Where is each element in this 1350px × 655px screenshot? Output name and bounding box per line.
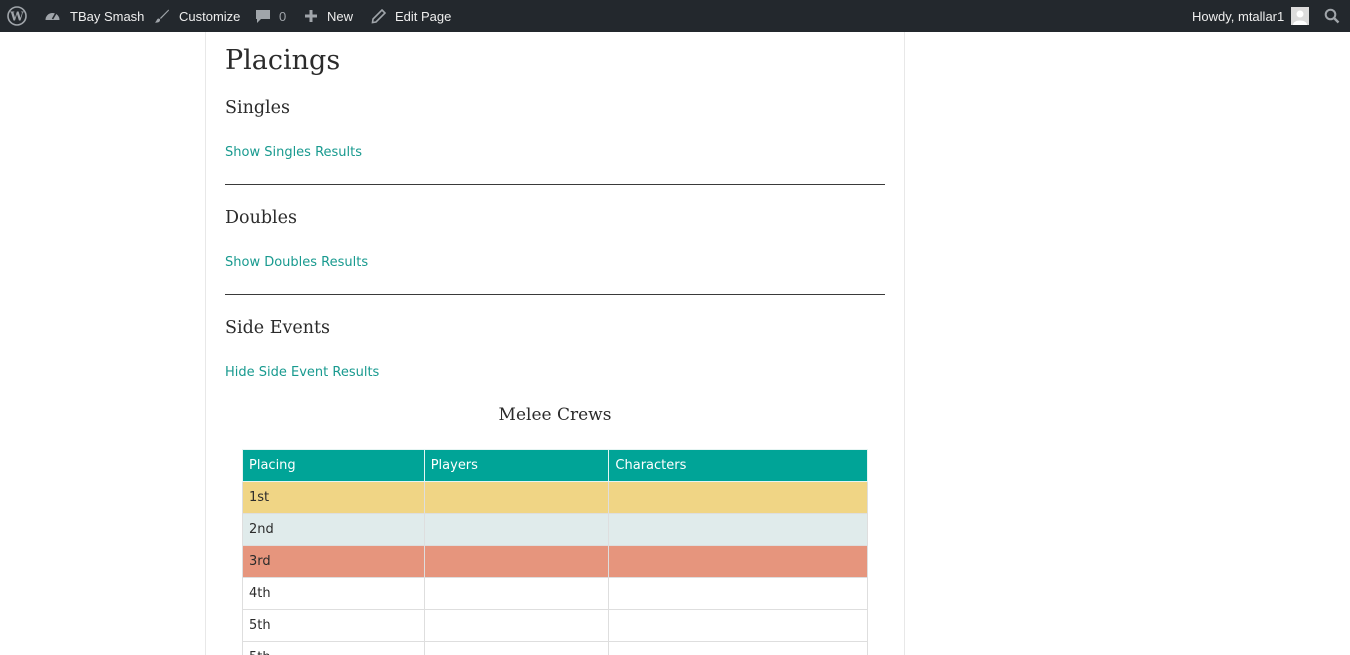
players-cell xyxy=(423,481,610,514)
players-cell xyxy=(423,513,610,546)
table-caption: Melee Crews xyxy=(498,405,612,425)
characters-cell xyxy=(608,641,868,655)
admin-bar: W TBay Smash Customize 0 New Edit Page H… xyxy=(0,0,1350,32)
players-cell xyxy=(423,609,610,642)
show-singles-results-link[interactable]: Show Singles Results xyxy=(225,145,362,160)
page-title: Placings xyxy=(225,45,341,76)
new-content-menu[interactable]: New xyxy=(304,0,353,32)
characters-cell xyxy=(608,545,868,578)
characters-cell xyxy=(608,577,868,610)
players-cell xyxy=(423,577,610,610)
edit-page-menu[interactable]: Edit Page xyxy=(371,0,451,32)
content-area: Placings Singles Show Singles Results Do… xyxy=(205,32,905,655)
greeting-label: Howdy, mtallar1 xyxy=(1192,8,1285,24)
comment-count: 0 xyxy=(279,8,287,24)
table-row: 1st xyxy=(242,481,868,514)
site-name-menu[interactable]: TBay Smash xyxy=(44,0,144,32)
players-cell xyxy=(423,545,610,578)
comment-icon xyxy=(255,8,271,24)
avatar xyxy=(1291,7,1310,25)
hide-side-event-results-link[interactable]: Hide Side Event Results xyxy=(225,365,379,380)
singles-heading: Singles xyxy=(225,98,290,118)
characters-cell xyxy=(608,609,868,642)
account-menu[interactable]: Howdy, mtallar1 xyxy=(1192,0,1310,32)
table-row: 3rd xyxy=(242,545,868,578)
characters-cell xyxy=(608,481,868,514)
players-cell xyxy=(423,641,610,655)
new-label: New xyxy=(327,8,354,24)
site-name-label: TBay Smash xyxy=(70,8,145,24)
table-header-row: Placing Players Characters xyxy=(242,449,868,482)
customize-menu[interactable]: Customize xyxy=(154,0,240,32)
paintbrush-icon xyxy=(154,8,170,24)
table-row: 5th xyxy=(242,609,868,642)
divider xyxy=(225,294,885,295)
characters-cell xyxy=(608,513,868,546)
comments-menu[interactable]: 0 xyxy=(255,0,286,32)
side-events-heading: Side Events xyxy=(225,318,331,338)
plus-icon xyxy=(304,9,318,23)
svg-text:W: W xyxy=(9,10,24,24)
search-icon[interactable] xyxy=(1324,0,1340,32)
results-table: Placing Players Characters 1st 2nd 3rd 4… xyxy=(242,449,868,655)
placing-cell: 5th xyxy=(242,641,425,655)
table-row: 2nd xyxy=(242,513,868,546)
placing-cell: 4th xyxy=(242,577,425,610)
dashboard-icon xyxy=(44,8,61,25)
pencil-icon xyxy=(371,8,386,24)
placing-cell: 1st xyxy=(242,481,425,514)
doubles-heading: Doubles xyxy=(225,208,297,228)
header-players: Players xyxy=(423,449,610,482)
show-doubles-results-link[interactable]: Show Doubles Results xyxy=(225,255,368,270)
wordpress-logo-icon[interactable]: W xyxy=(7,0,27,32)
table-row: 4th xyxy=(242,577,868,610)
header-characters: Characters xyxy=(608,449,868,482)
customize-label: Customize xyxy=(179,8,241,24)
table-row: 5th xyxy=(242,641,868,655)
divider xyxy=(225,184,885,185)
header-placing: Placing xyxy=(242,449,425,482)
edit-page-label: Edit Page xyxy=(395,8,452,24)
placing-cell: 5th xyxy=(242,609,425,642)
placing-cell: 3rd xyxy=(242,545,425,578)
placing-cell: 2nd xyxy=(242,513,425,546)
